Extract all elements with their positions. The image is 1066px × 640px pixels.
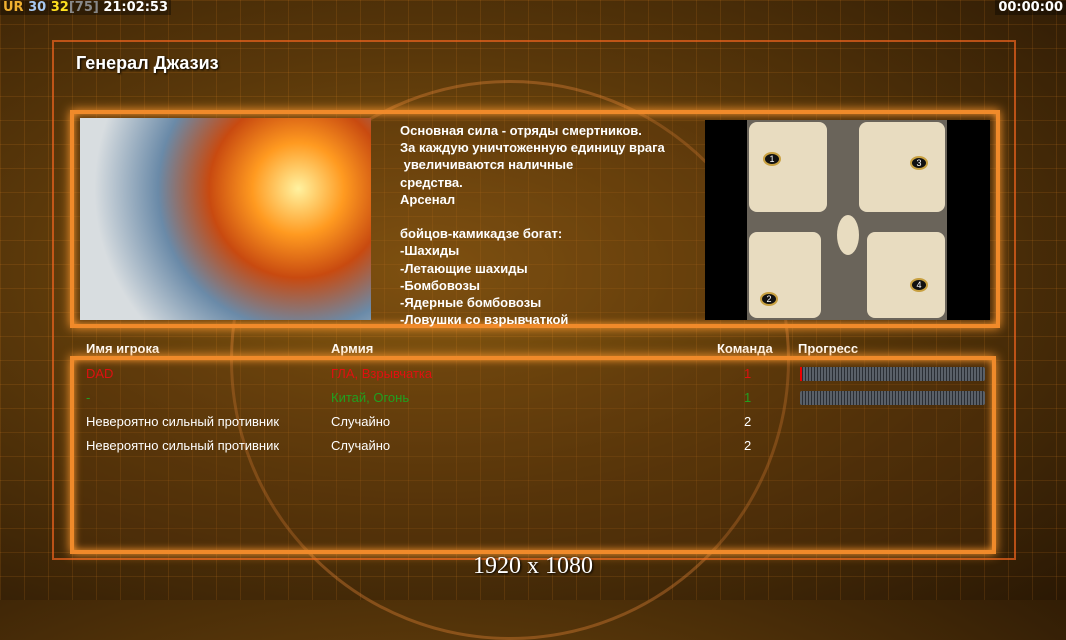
player-team: 2: [744, 414, 752, 429]
hud-fps2: 32: [50, 0, 69, 15]
hud-stats: UR 30 32[75] 21:02:53: [0, 0, 172, 15]
player-army: Китай, Огонь: [331, 390, 410, 405]
header-team: Команда: [717, 341, 773, 356]
header-progress: Прогресс: [798, 341, 859, 356]
minimap: 1 2 3 4: [705, 120, 990, 320]
player-army: Случайно: [331, 438, 391, 453]
resolution-label: 1920 x 1080: [473, 553, 593, 579]
general-portrait: [80, 118, 371, 320]
players-panel: [70, 356, 996, 554]
player-team: 1: [744, 390, 752, 405]
header-army: Армия: [331, 341, 374, 356]
start-position-3: 3: [910, 156, 928, 170]
player-name: -: [86, 390, 91, 405]
start-position-2: 2: [760, 292, 778, 306]
player-name: DAD: [86, 366, 114, 381]
player-name: Невероятно сильный противник: [86, 414, 280, 429]
general-description: Основная сила - отряды смертников. За ка…: [400, 123, 665, 328]
hud-timer: 00:00:00: [995, 0, 1066, 15]
player-team: 1: [744, 366, 752, 381]
progress-bar: [800, 391, 985, 405]
progress-bar: [800, 367, 985, 381]
start-position-1: 1: [763, 152, 781, 166]
hud-ur: UR: [3, 0, 24, 15]
player-army: ГЛА, Взрывчатка: [331, 366, 433, 381]
hud-fps: 30: [28, 0, 47, 15]
start-position-4: 4: [910, 278, 928, 292]
progress-fill: [800, 367, 802, 381]
general-title: Генерал Джазиз: [76, 53, 219, 73]
player-name: Невероятно сильный противник: [86, 438, 280, 453]
hud-clock: 21:02:53: [103, 0, 169, 15]
header-name: Имя игрока: [86, 341, 160, 356]
hud-limit: [75]: [68, 0, 99, 15]
player-team: 2: [744, 438, 752, 453]
player-army: Случайно: [331, 414, 391, 429]
